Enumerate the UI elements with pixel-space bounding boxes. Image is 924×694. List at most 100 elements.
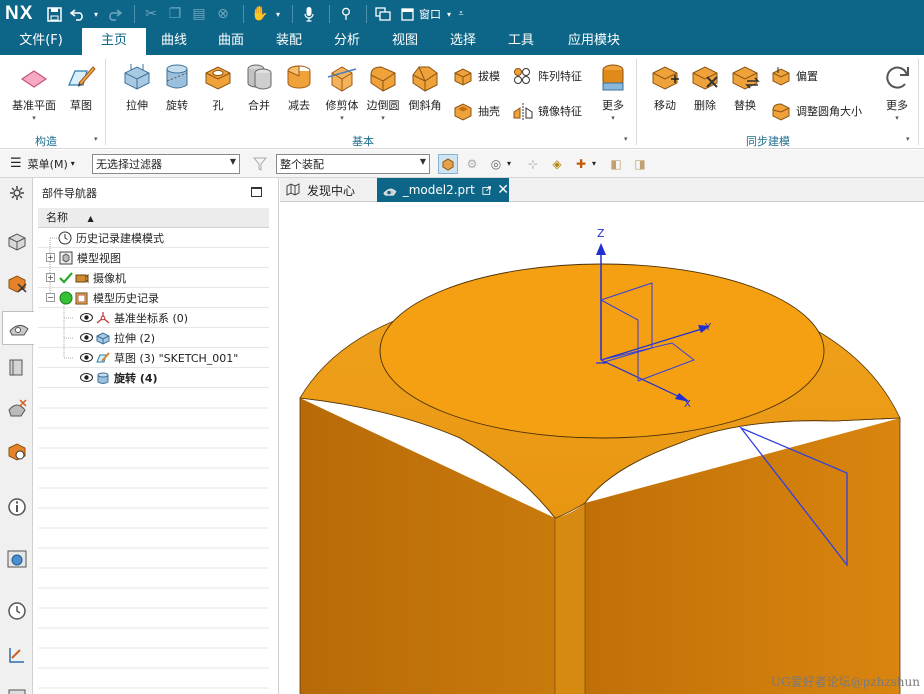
eye-visible-icon[interactable] — [80, 313, 93, 322]
customize-caret-icon[interactable]: ⩡ — [457, 2, 465, 26]
redo-icon[interactable] — [104, 2, 124, 26]
tab-curve[interactable]: 曲线 — [146, 28, 202, 55]
sync-more-button[interactable]: 更多 ▾ — [880, 61, 914, 122]
show-hide-icon[interactable]: ◈ — [547, 154, 567, 174]
tab-application[interactable]: 应用模块 — [550, 28, 638, 55]
tab-surface[interactable]: 曲面 — [202, 28, 260, 55]
expand-icon[interactable]: + — [46, 273, 55, 282]
touch-mode-icon[interactable]: ✋ — [250, 2, 270, 26]
shaded-view-icon[interactable]: ◧ — [606, 154, 626, 174]
pattern-feature-button[interactable]: 阵列特征 — [512, 65, 582, 87]
hole-button[interactable]: 孔 — [200, 61, 236, 113]
datum-plane-button[interactable]: 基准平面 ▾ — [10, 61, 58, 122]
eye-visible-icon[interactable] — [80, 333, 93, 342]
quick-pick-icon[interactable]: ⊹ — [523, 154, 543, 174]
selection-scope-select[interactable]: 整个装配 ▼ — [276, 153, 430, 174]
save-icon[interactable] — [44, 2, 64, 26]
web-browser-icon[interactable] — [4, 438, 30, 464]
add-component-caret-icon[interactable]: ▾ — [592, 159, 596, 168]
offset-region-button[interactable]: 偏置 — [770, 65, 818, 87]
tree-row-cameras[interactable]: + 摄像机 — [38, 268, 269, 288]
tree-row-model-views[interactable]: + 模型视图 — [38, 248, 269, 268]
revolve-button[interactable]: 旋转 — [158, 61, 196, 113]
snap-point-icon[interactable]: ◎ — [486, 154, 506, 174]
filter-icon[interactable] — [250, 154, 270, 174]
process-studio-icon[interactable] — [4, 642, 30, 668]
constraint-navigator-icon[interactable] — [4, 270, 30, 296]
tab-analysis[interactable]: 分析 — [318, 28, 376, 55]
tab-home[interactable]: 主页 — [82, 28, 146, 55]
undock-tab-icon[interactable] — [482, 185, 491, 196]
globe-icon[interactable] — [4, 546, 30, 572]
window-menu-caret-icon[interactable]: ▾ — [445, 2, 453, 26]
chamfer-button[interactable]: 倒斜角 — [404, 61, 446, 113]
eye-visible-icon[interactable] — [80, 373, 93, 382]
main-menu-button[interactable]: ☰ 菜单(M) ▾ — [0, 156, 92, 172]
resize-blend-button[interactable]: 调整圆角大小 — [770, 100, 862, 122]
copy-icon[interactable]: ❐ — [165, 2, 185, 26]
sketch-button[interactable]: 草图 — [62, 61, 100, 113]
menu-file[interactable]: 文件(F) — [0, 28, 82, 55]
draft-button[interactable]: 拔模 — [452, 65, 500, 87]
paste-icon[interactable]: ▤ — [189, 2, 209, 26]
tree-row-revolve[interactable]: 旋转 (4) — [38, 368, 269, 388]
replace-face-button[interactable]: 替换 — [726, 61, 764, 113]
tree-row-model-history[interactable]: − 模型历史记录 — [38, 288, 269, 308]
extrude-button[interactable]: 拉伸 — [118, 61, 156, 113]
type-filter-select[interactable]: 无选择过滤器 ▼ — [92, 153, 240, 174]
cut-icon[interactable]: ✂ — [141, 2, 161, 26]
tree-row-datum-csys[interactable]: 基准坐标系 (0) — [38, 308, 269, 328]
sync-group-caret-icon[interactable]: ▾ — [906, 135, 910, 143]
delete-quick-icon[interactable]: ⊗ — [213, 2, 233, 26]
trim-body-button[interactable]: 修剪体 ▾ — [322, 61, 362, 122]
microphone-icon[interactable] — [299, 2, 319, 26]
touch-mode-caret-icon[interactable]: ▾ — [274, 2, 282, 26]
gear-icon[interactable] — [4, 180, 30, 206]
undo-list-caret-icon[interactable]: ▾ — [92, 2, 100, 26]
graphics-window[interactable]: Z Y X UG爱好者论坛@pzhzshun — [280, 203, 924, 694]
close-icon[interactable]: ✕ — [497, 182, 509, 198]
allow-selection-icon[interactable]: ⚙ — [462, 154, 482, 174]
mirror-feature-button[interactable]: 镜像特征 — [512, 100, 582, 122]
wireframe-view-icon[interactable]: ◨ — [630, 154, 650, 174]
edge-blend-button[interactable]: 边倒圆 ▾ — [364, 61, 402, 122]
select-features-icon[interactable] — [438, 153, 458, 174]
tree-row-history-mode[interactable]: 历史记录建模模式 — [38, 228, 269, 248]
undo-icon[interactable] — [68, 2, 88, 26]
collapse-icon[interactable]: − — [46, 293, 55, 302]
command-finder-icon[interactable]: ⚲ — [336, 2, 356, 26]
unite-button[interactable]: 合并 — [240, 61, 278, 113]
delete-face-button[interactable]: 删除 — [686, 61, 724, 113]
column-header-name[interactable]: 名称 ▲ — [38, 208, 269, 228]
shell-button[interactable]: 抽壳 — [452, 100, 500, 122]
hd3d-tools-icon[interactable] — [4, 396, 30, 422]
construct-group-caret-icon[interactable]: ▾ — [94, 135, 98, 143]
move-face-button[interactable]: 移动 — [646, 61, 684, 113]
roles-icon[interactable] — [4, 682, 30, 694]
info-icon[interactable] — [4, 494, 30, 520]
expand-icon[interactable]: + — [46, 253, 55, 262]
window-menu-label[interactable]: 窗口 — [419, 6, 441, 22]
tab-model2-prt[interactable]: _model2.prt ✕ — [377, 178, 509, 202]
tree-row-sketch[interactable]: 草图 (3) "SKETCH_001" — [38, 348, 269, 368]
reuse-library-icon[interactable] — [4, 354, 30, 380]
switch-window-icon[interactable] — [373, 2, 393, 26]
history-clock-icon[interactable] — [4, 598, 30, 624]
model-3d-view[interactable]: Z Y X — [280, 203, 924, 694]
subtract-button[interactable]: 减去 — [280, 61, 318, 113]
tab-tools[interactable]: 工具 — [492, 28, 550, 55]
add-component-icon[interactable]: ✚ — [571, 154, 591, 174]
tree-row-extrude[interactable]: 拉伸 (2) — [38, 328, 269, 348]
basic-more-button[interactable]: 更多 ▾ — [596, 61, 630, 122]
basic-group-caret-icon[interactable]: ▾ — [624, 135, 628, 143]
tab-view[interactable]: 视图 — [376, 28, 434, 55]
snap-point-caret-icon[interactable]: ▾ — [507, 159, 511, 168]
tab-assembly[interactable]: 装配 — [260, 28, 318, 55]
eye-visible-icon[interactable] — [80, 353, 93, 362]
assembly-navigator-icon[interactable] — [4, 228, 30, 254]
window-icon[interactable] — [397, 2, 417, 26]
part-navigator-icon[interactable] — [2, 311, 34, 345]
tab-discovery-center[interactable]: 发现中心 — [280, 178, 376, 202]
tab-select[interactable]: 选择 — [434, 28, 492, 55]
maximize-icon[interactable] — [251, 187, 262, 197]
